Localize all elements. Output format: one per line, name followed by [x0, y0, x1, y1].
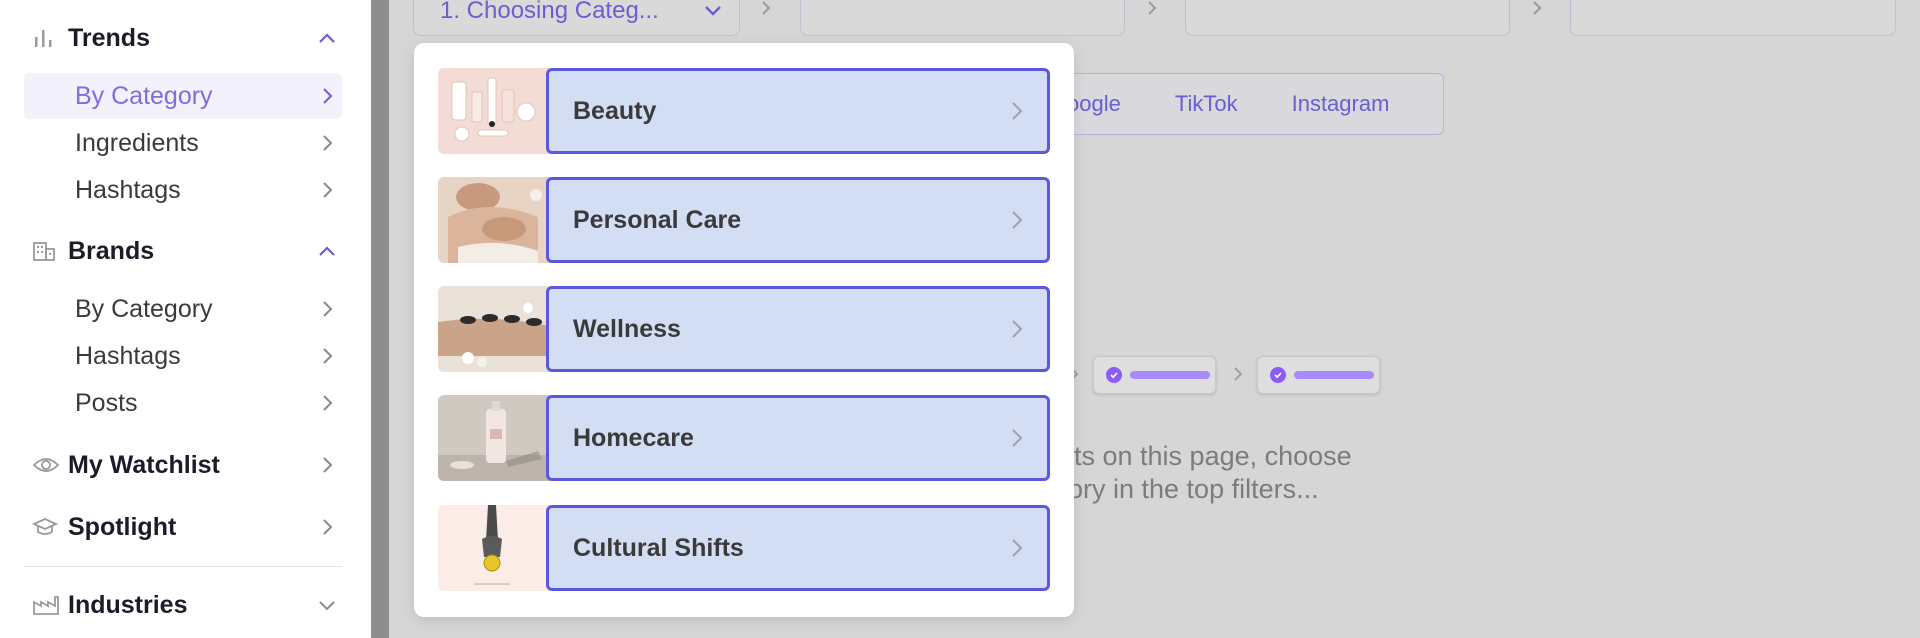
chevron-right-icon: [312, 294, 342, 324]
category-button[interactable]: Beauty: [546, 68, 1050, 154]
sidebar-resize-handle[interactable]: [371, 0, 389, 638]
placeholder-bar: [1130, 371, 1210, 379]
beauty-thumbnail: [438, 68, 550, 154]
graduation-cap-icon: [24, 512, 68, 542]
category-label: Wellness: [573, 314, 681, 343]
chevron-right-icon: [312, 81, 342, 111]
chevron-right-icon: [312, 128, 342, 158]
category-label: Beauty: [573, 96, 657, 125]
sidebar-item-brands-by-category[interactable]: By Category: [24, 286, 342, 332]
chevron-right-icon: [312, 388, 342, 418]
empty-state-hint: lts on this page, choose ory in the top …: [1068, 440, 1428, 506]
filter-step-4[interactable]: [1570, 0, 1896, 36]
category-option-wellness[interactable]: Wellness: [438, 286, 1050, 372]
sidebar-item-brands-posts[interactable]: Posts: [24, 380, 342, 426]
sidebar-section-brands[interactable]: Brands: [24, 228, 342, 274]
check-icon: [1106, 367, 1122, 383]
eye-icon: [24, 450, 68, 480]
category-option-homecare[interactable]: Homecare: [438, 395, 1050, 481]
chevron-right-icon: [312, 175, 342, 205]
category-button[interactable]: Personal Care: [546, 177, 1050, 263]
chevron-right-icon: [1146, 0, 1166, 20]
sidebar-section-watchlist[interactable]: My Watchlist: [24, 442, 342, 488]
sidebar-section-spotlight[interactable]: Spotlight: [24, 504, 342, 550]
chevron-right-icon[interactable]: [312, 450, 342, 480]
step-placeholder-chip: [1093, 356, 1216, 394]
check-icon: [1270, 367, 1286, 383]
chevron-right-icon: [987, 537, 1047, 559]
hint-line: ory in the top filters...: [1068, 474, 1319, 504]
sidebar-section-industries[interactable]: Industries: [24, 582, 342, 628]
category-label: Personal Care: [573, 205, 742, 234]
sidebar-item-label: Hashtags: [75, 341, 181, 370]
chevron-down-icon[interactable]: [312, 590, 342, 620]
chevron-right-icon: [987, 100, 1047, 122]
building-icon: [24, 236, 68, 266]
category-option-personal-care[interactable]: Personal Care: [438, 177, 1050, 263]
chevron-right-icon: [987, 427, 1047, 449]
tab-instagram[interactable]: Instagram: [1292, 91, 1390, 117]
sidebar-item-label: Ingredients: [75, 128, 199, 157]
sidebar-section-trends[interactable]: Trends: [24, 15, 342, 61]
chevron-right-icon: [987, 318, 1047, 340]
category-label: Homecare: [573, 423, 694, 452]
chevron-up-icon[interactable]: [312, 23, 342, 53]
chevron-up-icon[interactable]: [312, 236, 342, 266]
sidebar-item-label: Posts: [75, 388, 138, 417]
category-option-beauty[interactable]: Beauty: [438, 68, 1050, 154]
chevron-right-icon: [987, 209, 1047, 231]
sidebar-item-trends-hashtags[interactable]: Hashtags: [24, 167, 342, 213]
chevron-right-icon: [1232, 366, 1244, 389]
step-placeholder-chip: [1257, 356, 1380, 394]
chevron-right-icon[interactable]: [312, 512, 342, 542]
sidebar-item-label: By Category: [75, 294, 213, 323]
chevron-right-icon: [760, 0, 780, 20]
sidebar-item-label: By Category: [75, 81, 213, 110]
chevron-right-icon: [1531, 0, 1551, 20]
category-dropdown-panel: Beauty Personal Care Wellness Homecare C…: [414, 43, 1074, 617]
tab-tiktok[interactable]: TikTok: [1175, 91, 1238, 117]
chevron-right-icon: [312, 341, 342, 371]
sidebar-item-trends-ingredients[interactable]: Ingredients: [24, 120, 342, 166]
sidebar-section-title: Industries: [68, 590, 188, 619]
filter-step-3[interactable]: [1185, 0, 1510, 36]
wellness-thumbnail: [438, 286, 550, 372]
category-filter-dropdown[interactable]: 1. Choosing Categ...: [413, 0, 740, 36]
sidebar-divider: [24, 566, 342, 567]
hint-line: lts on this page, choose: [1068, 441, 1352, 471]
homecare-thumbnail: [438, 395, 550, 481]
sidebar-section-title: Brands: [68, 236, 155, 265]
category-label: Cultural Shifts: [573, 533, 744, 562]
factory-icon: [24, 590, 68, 620]
tab-google[interactable]: oogle: [1067, 91, 1121, 117]
bar-chart-icon: [24, 23, 68, 53]
sidebar-item-label: Hashtags: [75, 175, 181, 204]
filter-step-2[interactable]: [800, 0, 1125, 36]
sidebar-section-title: Spotlight: [68, 512, 177, 541]
sidebar-item-brands-hashtags[interactable]: Hashtags: [24, 333, 342, 379]
category-button[interactable]: Wellness: [546, 286, 1050, 372]
placeholder-bar: [1294, 371, 1374, 379]
sidebar-section-title: Trends: [68, 23, 150, 52]
category-filter-label: 1. Choosing Categ...: [440, 0, 659, 24]
sidebar: Trends By Category Ingredients Hashtags …: [0, 0, 371, 638]
sidebar-item-trends-by-category[interactable]: By Category: [24, 73, 342, 119]
category-button[interactable]: Homecare: [546, 395, 1050, 481]
personal-care-thumbnail: [438, 177, 550, 263]
category-button[interactable]: Cultural Shifts: [546, 505, 1050, 591]
category-option-cultural-shifts[interactable]: Cultural Shifts: [438, 505, 1050, 591]
sidebar-section-title: My Watchlist: [68, 450, 220, 479]
chevron-down-icon: [703, 4, 739, 18]
cultural-shifts-thumbnail: [438, 505, 550, 591]
